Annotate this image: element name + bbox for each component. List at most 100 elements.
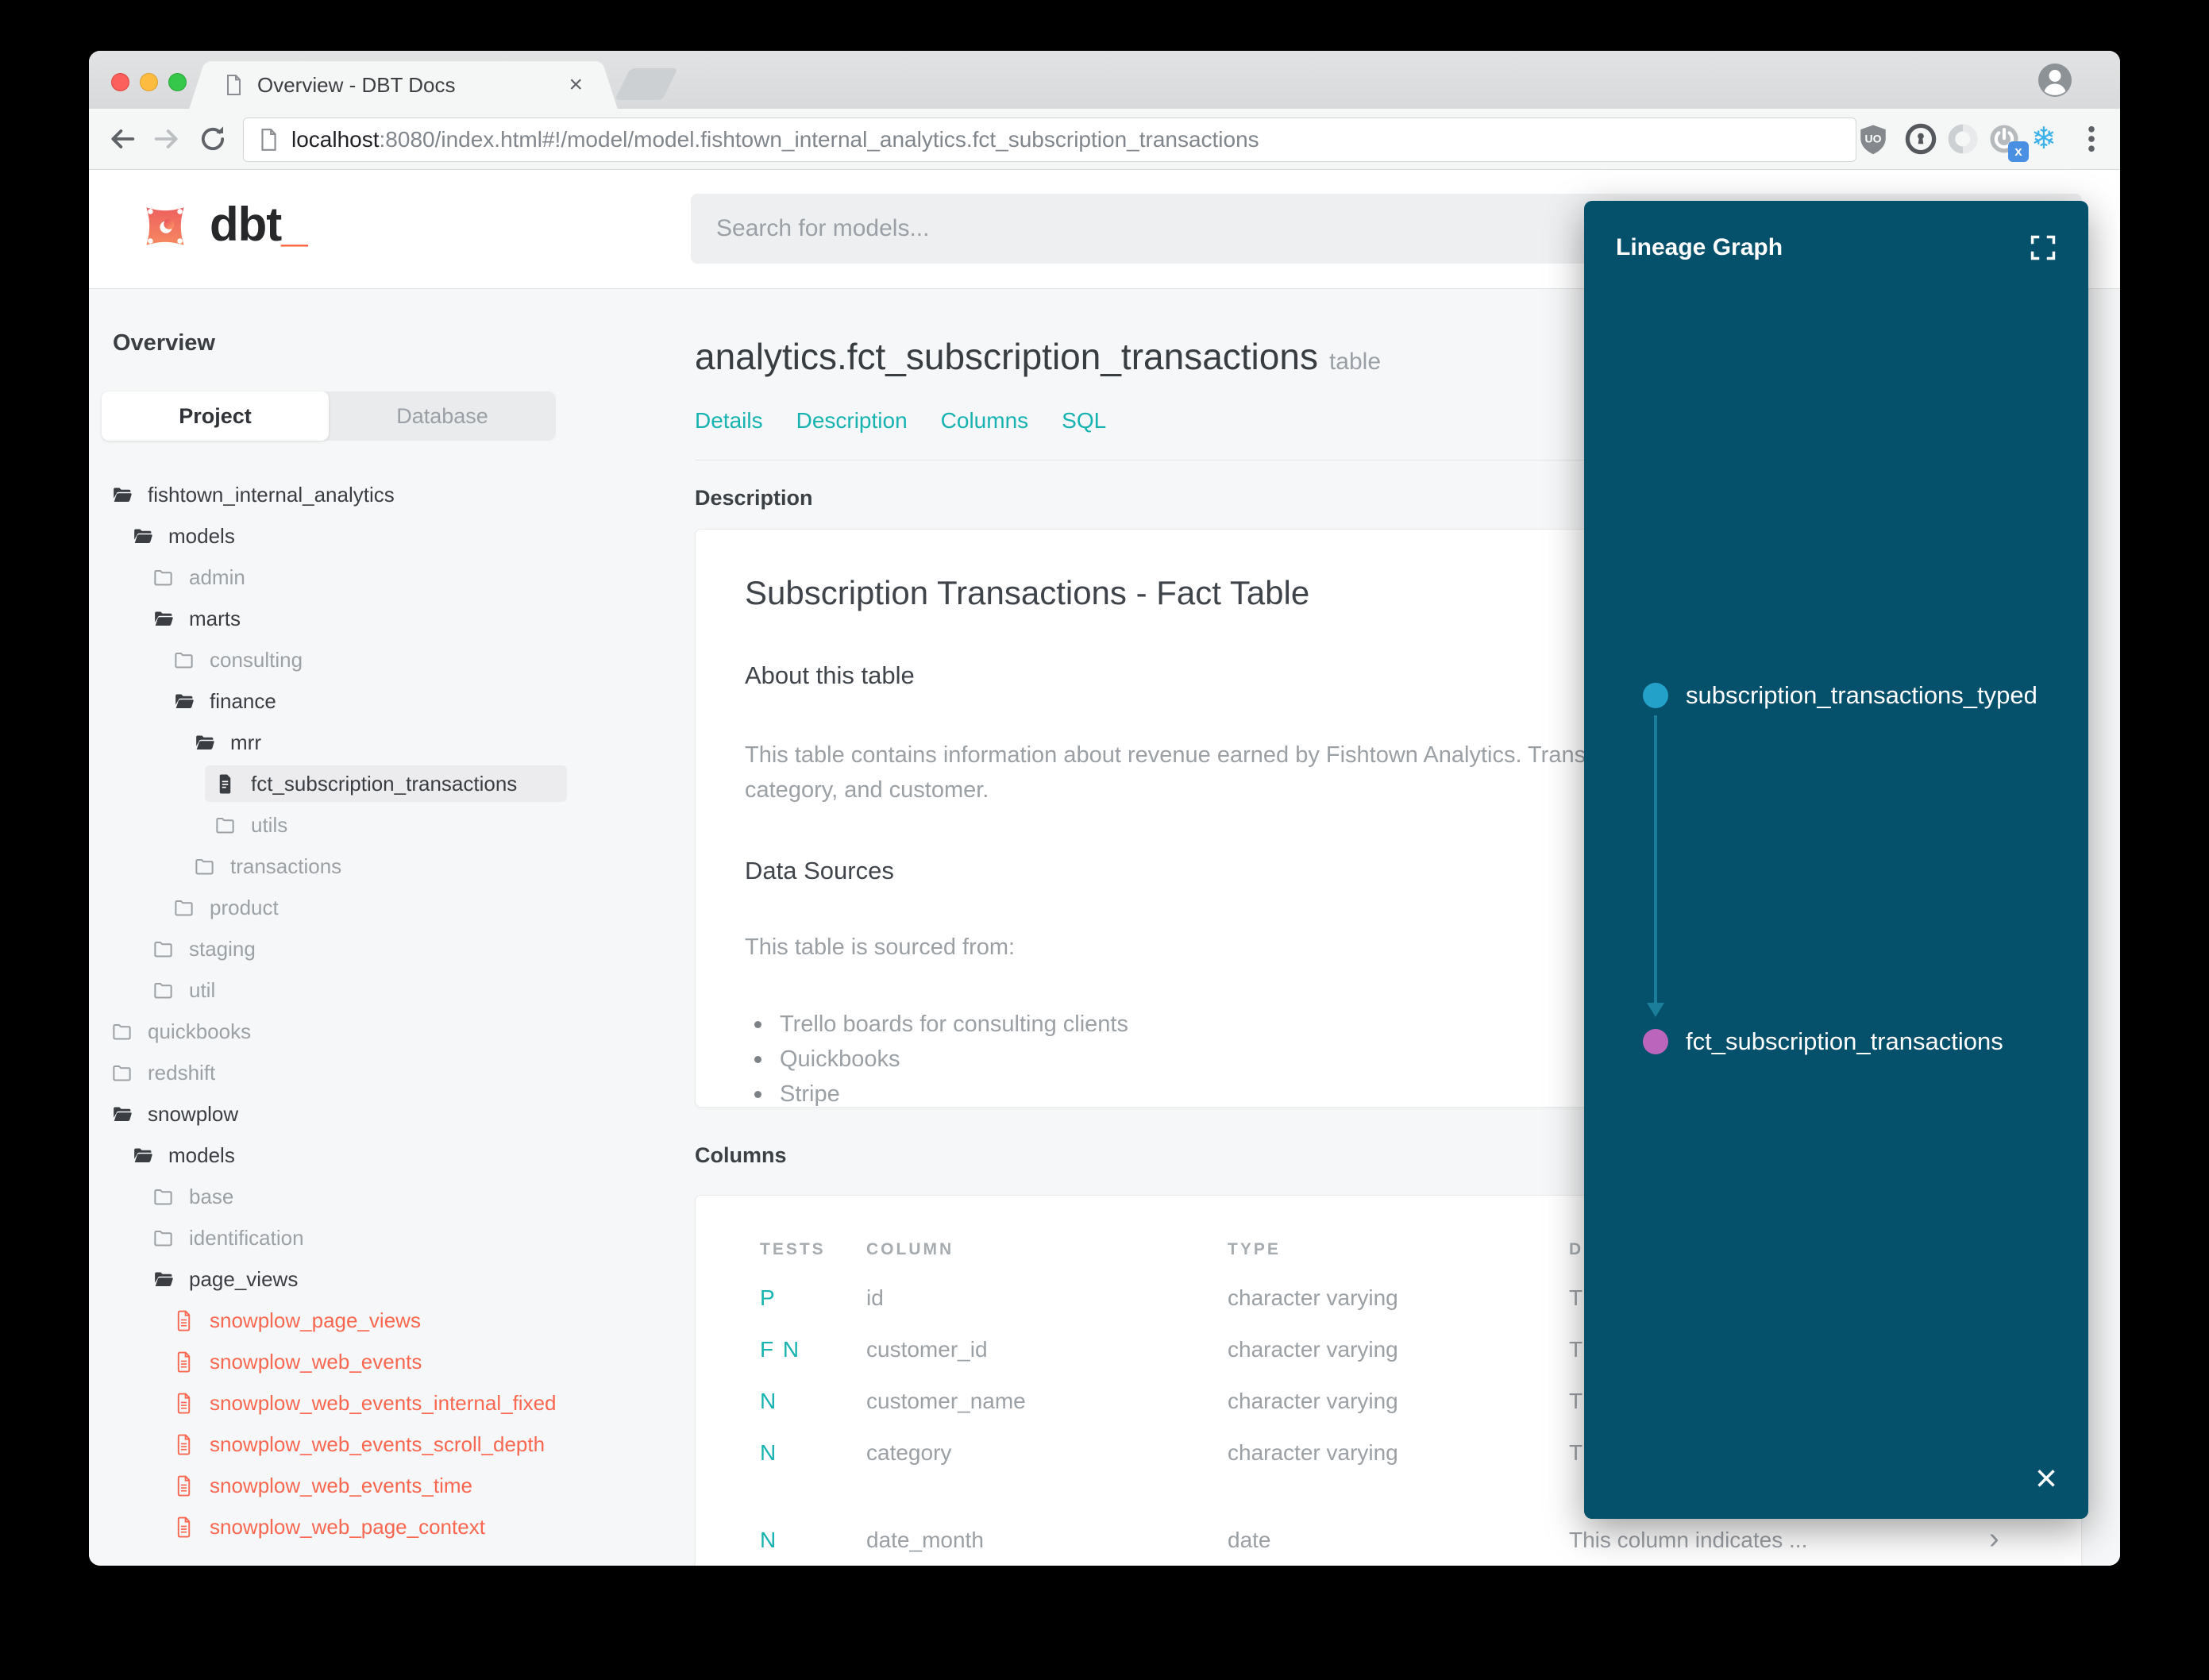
tree-model-snowplow_page_views[interactable]: snowplow_page_views — [89, 1300, 681, 1341]
tree-folder-redshift[interactable]: redshift — [89, 1052, 681, 1093]
model-nav-description[interactable]: Description — [796, 408, 908, 433]
tree-folder-identification[interactable]: identification — [89, 1217, 681, 1258]
test-badges: N — [760, 1439, 778, 1465]
tree-item-label: fct_subscription_transactions — [251, 771, 518, 796]
materialization-badge: table — [1328, 349, 1382, 375]
screenshot-frame: Overview - DBT Docs × localhost:8080/ind… — [0, 0, 2209, 1680]
overflow-menu-icon[interactable] — [2075, 122, 2108, 156]
address-bar[interactable]: localhost:8080/index.html#!/model/model.… — [243, 118, 1856, 162]
model-nav-columns[interactable]: Columns — [941, 408, 1028, 433]
browser-tab[interactable]: Overview - DBT Docs × — [210, 61, 597, 109]
lineage-node-subscription-transactions-typed[interactable]: subscription_transactions_typed — [1643, 681, 2037, 710]
ublock-shield-icon[interactable]: UO — [1856, 122, 1890, 156]
page-icon — [224, 73, 243, 97]
tree-folder-quickbooks[interactable]: quickbooks — [89, 1011, 681, 1052]
column-type: character varying — [1228, 1388, 1398, 1413]
test-badges: P — [760, 1285, 777, 1310]
tree-folder-page_views[interactable]: page_views — [89, 1258, 681, 1300]
tree-item-label: models — [168, 1142, 235, 1167]
tree-item-label: identification — [189, 1225, 304, 1250]
lineage-graph-panel: Lineage Graph subscription_transactions_… — [1584, 201, 2088, 1519]
close-window-button[interactable] — [111, 73, 129, 91]
folder-icon — [173, 897, 195, 919]
tree-folder-staging[interactable]: staging — [89, 928, 681, 969]
column-description: This column indicates ... — [1569, 1527, 1808, 1552]
snowflake-icon[interactable]: ❄ — [2031, 122, 2064, 156]
tree-folder-finance[interactable]: finance — [89, 680, 681, 722]
fullscreen-icon[interactable] — [2028, 233, 2058, 263]
reload-button[interactable] — [197, 123, 229, 155]
tree-model-snowplow_web_events_scroll_depth[interactable]: snowplow_web_events_scroll_depth — [89, 1424, 681, 1465]
model-nav-details[interactable]: Details — [695, 408, 763, 433]
folder-icon — [111, 1021, 133, 1042]
chevron-right-icon[interactable]: › — [1989, 1521, 1999, 1555]
folder-icon — [214, 815, 236, 836]
tree-folder-base[interactable]: base — [89, 1176, 681, 1217]
tree-folder-marts[interactable]: marts — [89, 598, 681, 639]
folder-icon — [194, 856, 215, 877]
onepassword-icon[interactable] — [1904, 122, 1937, 156]
folder-open-icon — [194, 732, 215, 753]
tree-item-label: mrr — [230, 730, 261, 754]
folder-open-icon — [152, 1269, 174, 1290]
tree-folder-snowplow[interactable]: snowplow — [89, 1093, 681, 1135]
lineage-node-fct-subscription-transactions[interactable]: fct_subscription_transactions — [1643, 1027, 2003, 1056]
forward-button[interactable] — [151, 123, 183, 155]
tree-folder-transactions[interactable]: transactions — [89, 846, 681, 887]
profile-avatar[interactable] — [2037, 63, 2072, 98]
tree-folder-consulting[interactable]: consulting — [89, 639, 681, 680]
tree-folder-mrr[interactable]: mrr — [89, 722, 681, 763]
tree-model-snowplow_web_events_time[interactable]: snowplow_web_events_time — [89, 1465, 681, 1506]
tree-folder-models[interactable]: models — [89, 515, 681, 557]
lineage-close-icon[interactable]: × — [2035, 1460, 2057, 1498]
tab-database[interactable]: Database — [329, 391, 556, 441]
folder-open-icon — [173, 691, 195, 712]
tree-folder-fishtown_internal_analytics[interactable]: fishtown_internal_analytics — [89, 474, 681, 515]
tree-folder-util[interactable]: util — [89, 969, 681, 1011]
folder-open-icon — [132, 526, 153, 547]
folder-open-icon — [132, 1145, 153, 1166]
tab-close-icon[interactable]: × — [569, 73, 583, 97]
opera-ring-icon[interactable] — [1946, 122, 1980, 156]
column-type: date — [1228, 1527, 1271, 1552]
dbt-logo-icon[interactable] — [137, 198, 193, 254]
tree-folder-admin[interactable]: admin — [89, 557, 681, 598]
lineage-title: Lineage Graph — [1616, 234, 1783, 260]
tree-item-label: snowplow_web_page_context — [210, 1514, 485, 1539]
lineage-edge — [1654, 715, 1657, 1003]
browser-toolbar: localhost:8080/index.html#!/model/model.… — [89, 109, 2120, 170]
column-name: date_month — [866, 1527, 984, 1552]
tree-item-label: fishtown_internal_analytics — [148, 482, 395, 507]
column-row-date_month[interactable]: Ndate_month date This column indicates ...… — [696, 1514, 2081, 1566]
tree-model-fct_subscription_transactions[interactable]: fct_subscription_transactions — [89, 763, 681, 804]
tree-item-label: snowplow_page_views — [210, 1308, 421, 1332]
back-button[interactable] — [106, 123, 138, 155]
folder-open-icon — [152, 608, 174, 630]
tree-folder-utils[interactable]: utils — [89, 804, 681, 846]
column-type: character varying — [1228, 1285, 1398, 1310]
tab-title: Overview - DBT Docs — [257, 72, 456, 97]
model-nav: Details Description Columns SQL — [695, 408, 1106, 433]
tree-folder-product[interactable]: product — [89, 887, 681, 928]
column-name: id — [866, 1285, 884, 1310]
folder-open-icon — [111, 1104, 133, 1125]
page-title: analytics.fct_subscription_transactions t… — [695, 336, 1382, 377]
tree-item-label: snowplow — [148, 1101, 239, 1126]
model-nav-sql[interactable]: SQL — [1062, 408, 1106, 433]
new-tab-button[interactable] — [615, 68, 678, 100]
tree-model-snowplow_web_page_context[interactable]: snowplow_web_page_context — [89, 1506, 681, 1547]
tree-model-snowplow_web_events[interactable]: snowplow_web_events — [89, 1341, 681, 1382]
browser-titlebar: Overview - DBT Docs × — [89, 51, 2120, 109]
tab-project[interactable]: Project — [102, 391, 329, 441]
tree-model-snowplow_web_events_internal_fixed[interactable]: snowplow_web_events_internal_fixed — [89, 1382, 681, 1424]
page-icon — [258, 128, 279, 152]
file-red-icon — [173, 1393, 195, 1414]
power-blocker-icon[interactable]: x — [1987, 122, 2029, 162]
tree-item-label: snowplow_web_events_time — [210, 1473, 472, 1497]
tree-folder-models[interactable]: models — [89, 1135, 681, 1176]
column-type: character varying — [1228, 1439, 1398, 1465]
minimize-window-button[interactable] — [140, 73, 158, 91]
zoom-window-button[interactable] — [168, 73, 187, 91]
folder-icon — [152, 980, 174, 1001]
blocked-count-badge: x — [2008, 141, 2029, 162]
